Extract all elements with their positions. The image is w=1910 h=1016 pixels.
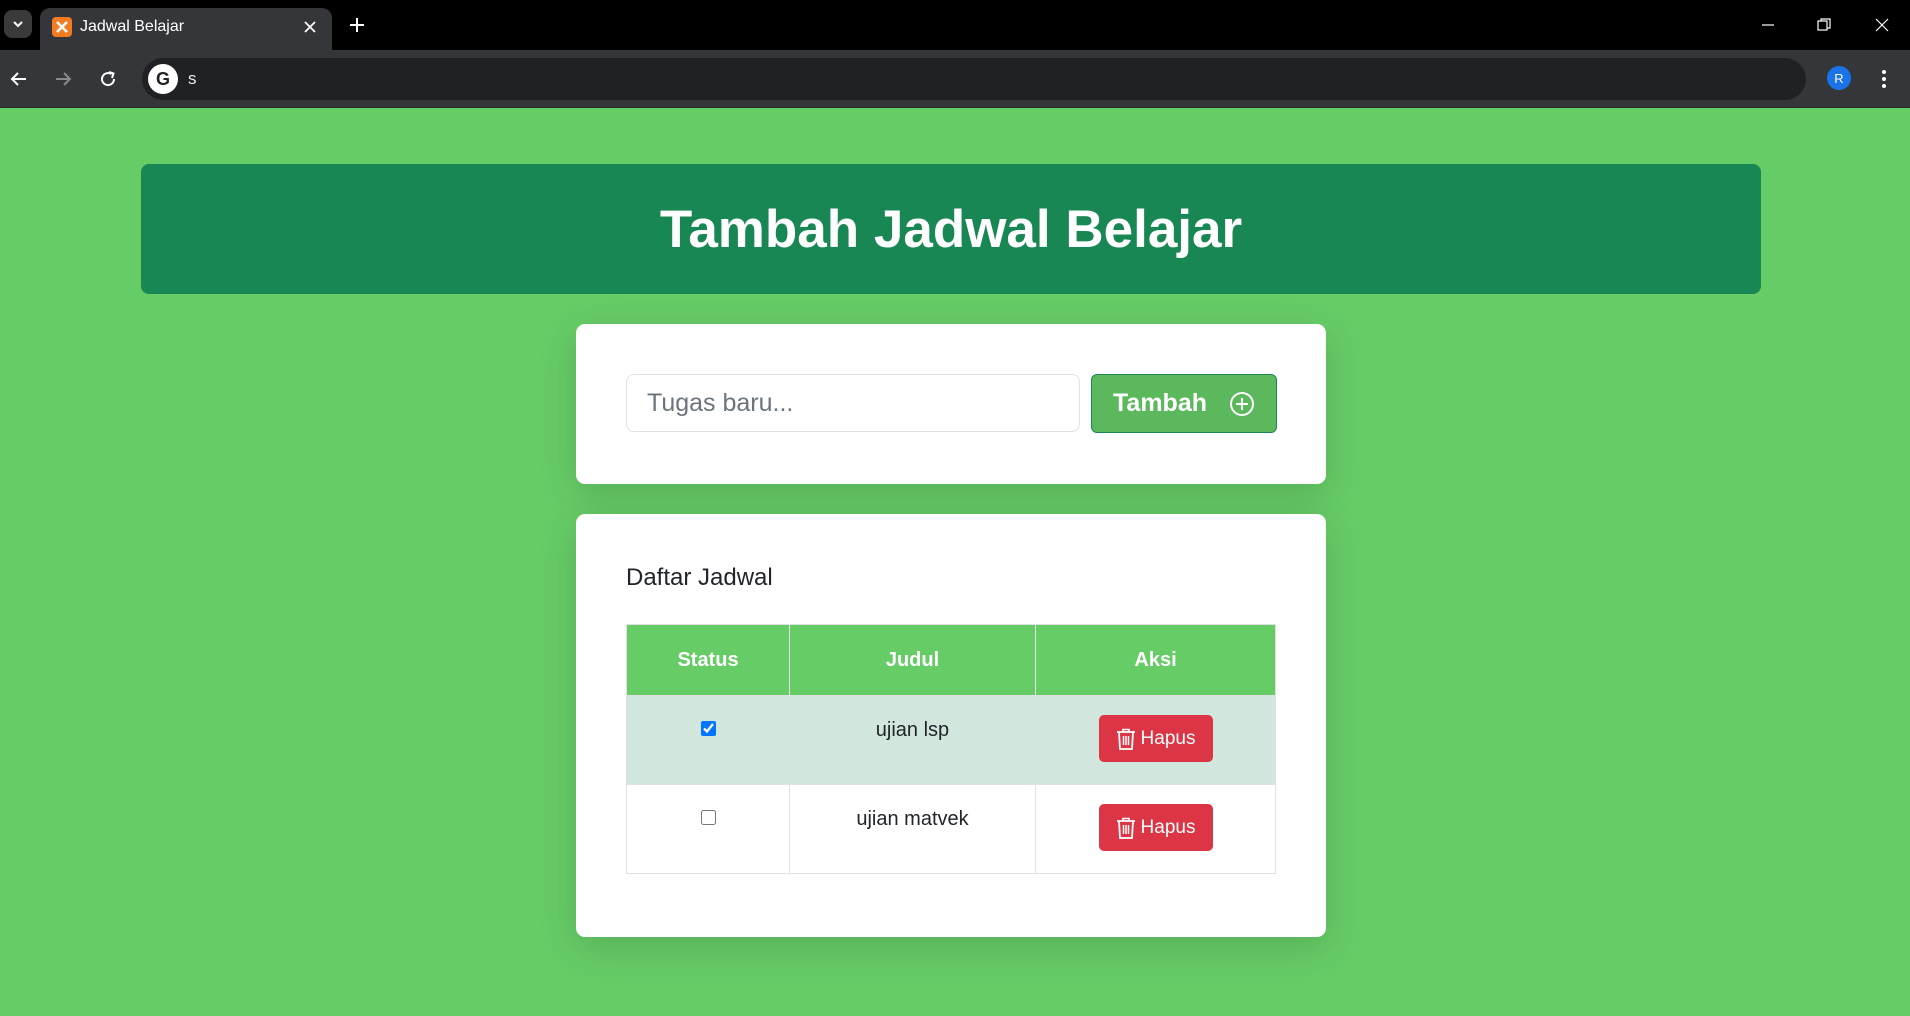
close-window-icon[interactable] bbox=[1862, 10, 1902, 40]
table-row: ujian lsp Hapus bbox=[626, 695, 1276, 785]
action-cell: Hapus bbox=[1035, 695, 1276, 785]
schedule-table: Status Judul Aksi ujian lsp Hapus ujian … bbox=[626, 624, 1276, 874]
list-title: Daftar Jadwal bbox=[626, 564, 773, 591]
status-cell bbox=[626, 784, 790, 874]
action-cell: Hapus bbox=[1035, 784, 1276, 874]
table-row: ujian matvek Hapus bbox=[626, 784, 1276, 874]
xampp-favicon-icon bbox=[52, 17, 72, 37]
google-icon: G bbox=[148, 64, 178, 94]
minimize-icon[interactable] bbox=[1748, 10, 1788, 40]
reload-icon[interactable] bbox=[93, 64, 123, 94]
delete-button[interactable]: Hapus bbox=[1098, 804, 1213, 851]
tab-search-button[interactable] bbox=[4, 10, 32, 38]
address-bar[interactable]: G s bbox=[142, 58, 1806, 100]
tab-title: Jadwal Belajar bbox=[80, 18, 185, 35]
browser-tab[interactable]: Jadwal Belajar bbox=[40, 8, 332, 50]
chevron-down-icon bbox=[13, 21, 23, 28]
trash-icon bbox=[1116, 817, 1135, 839]
status-cell bbox=[626, 695, 790, 785]
restore-icon[interactable] bbox=[1804, 10, 1844, 40]
title-cell: ujian lsp bbox=[789, 695, 1036, 785]
profile-avatar[interactable]: R bbox=[1827, 66, 1851, 90]
forward-arrow-icon[interactable] bbox=[48, 64, 78, 94]
trash-icon bbox=[1116, 728, 1135, 750]
task-title: ujian lsp bbox=[875, 719, 950, 741]
browser-toolbar: G s R bbox=[0, 50, 1910, 108]
delete-button-label: Hapus bbox=[1140, 727, 1196, 749]
delete-button-label: Hapus bbox=[1140, 816, 1196, 838]
address-text: s bbox=[188, 69, 197, 88]
page-title: Tambah Jadwal Belajar bbox=[659, 199, 1243, 259]
status-checkbox[interactable] bbox=[700, 810, 716, 825]
page-header: Tambah Jadwal Belajar bbox=[141, 164, 1761, 294]
column-header-judul: Judul bbox=[789, 624, 1036, 696]
delete-button[interactable]: Hapus bbox=[1098, 715, 1213, 762]
new-tab-icon[interactable] bbox=[344, 12, 370, 38]
add-task-card: Tambah bbox=[576, 324, 1326, 484]
add-button[interactable]: Tambah bbox=[1091, 374, 1277, 433]
column-header-aksi: Aksi bbox=[1035, 624, 1276, 696]
status-checkbox[interactable] bbox=[700, 721, 716, 736]
back-arrow-icon[interactable] bbox=[4, 64, 34, 94]
more-menu-icon[interactable] bbox=[1872, 64, 1896, 94]
add-button-label: Tambah bbox=[1113, 389, 1207, 417]
task-input[interactable] bbox=[626, 374, 1080, 432]
table-header-row: Status Judul Aksi bbox=[626, 624, 1276, 696]
column-header-status: Status bbox=[626, 624, 790, 696]
tab-close-icon[interactable] bbox=[298, 15, 322, 39]
schedule-list-card: Daftar Jadwal Status Judul Aksi ujian ls… bbox=[576, 514, 1326, 937]
browser-tab-bar: Jadwal Belajar bbox=[0, 0, 1910, 50]
task-title: ujian matvek bbox=[856, 808, 969, 830]
title-cell: ujian matvek bbox=[789, 784, 1036, 874]
plus-circle-icon bbox=[1230, 391, 1254, 416]
